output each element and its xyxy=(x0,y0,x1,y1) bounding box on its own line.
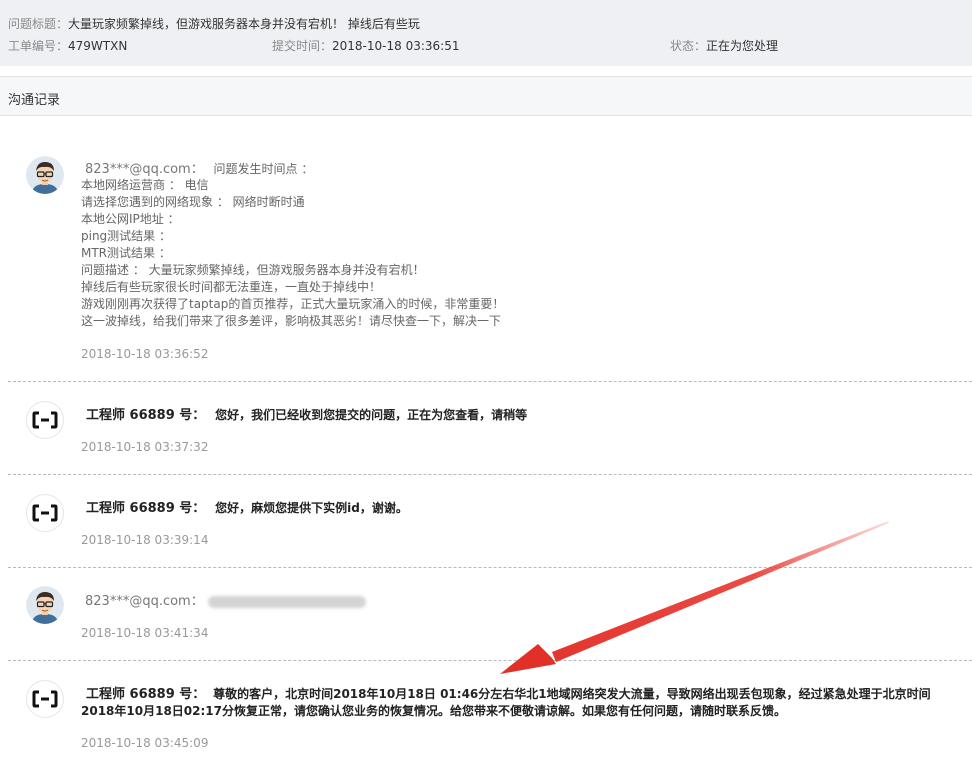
ticket-status: 状态：正在为您处理 xyxy=(670,37,778,54)
sender-name: 823***@qq.com： xyxy=(85,162,204,177)
sender-name: 工程师 66889 号： xyxy=(86,501,206,516)
message-line: 本地公网IP地址 ： xyxy=(81,212,180,226)
message-text: 2018年10月18日02:17分恢复正常，请您确认您业务的恢复情况。给您带来不… xyxy=(81,704,786,718)
section-title: 沟通记录 xyxy=(8,93,61,108)
message-header: 823***@qq.com： xyxy=(81,590,366,609)
ticket-id: 工单编号：479WTXN xyxy=(8,37,127,54)
message-line: 游戏刚刚再次获得了taptap的首页推荐，正式大量玩家涌入的时候，非常重要！ xyxy=(81,297,505,311)
communication-log-header: 沟通记录 xyxy=(0,76,972,116)
sender-name: 823***@qq.com： xyxy=(85,594,204,609)
message-divider xyxy=(8,660,972,661)
message-text: 您好，麻烦您提供下实例id，谢谢。 xyxy=(215,501,408,515)
message-timestamp: 2018-10-18 03:36:52 xyxy=(81,347,209,361)
message-body: 本地网络运营商 ： 电信 请选择您遇到的网络现象 ： 网络时断时通 本地公网IP… xyxy=(81,177,504,330)
message-line: 问题描述 ： 大量玩家频繁掉线，但游戏服务器本身并没有宕机！ xyxy=(81,263,425,277)
message-header: 工程师 66889 号： 您好，麻烦您提供下实例id，谢谢。 xyxy=(86,497,408,516)
message-timestamp: 2018-10-18 03:39:14 xyxy=(81,533,209,547)
message-header: 823***@qq.com： 问题发生时间点 ： xyxy=(81,158,313,178)
ticket-submit-time: 提交时间：2018-10-18 03:36:51 xyxy=(272,37,459,54)
message-text: 您好，我们已经收到您提交的问题，正在为您查看，请稍等 xyxy=(215,408,528,422)
sender-name: 工程师 66889 号： xyxy=(86,408,206,423)
engineer-logo-icon xyxy=(26,494,64,532)
user-avatar-icon xyxy=(26,156,64,194)
message-line: 本地网络运营商 ： 电信 xyxy=(81,178,209,192)
message-body: 2018年10月18日02:17分恢复正常，请您确认您业务的恢复情况。给您带来不… xyxy=(81,702,786,719)
message-divider xyxy=(8,567,972,568)
ticket-title-value: 大量玩家频繁掉线，但游戏服务器本身并没有宕机！ 掉线后有些玩 xyxy=(68,17,420,31)
ticket-status-label: 状态： xyxy=(670,39,707,53)
message-line: 问题发生时间点 ： xyxy=(213,162,314,176)
ticket-header: 问题标题：大量玩家频繁掉线，但游戏服务器本身并没有宕机！ 掉线后有些玩 工单编号… xyxy=(0,0,972,66)
redacted-text xyxy=(207,595,366,608)
message-timestamp: 2018-10-18 03:41:34 xyxy=(81,626,209,640)
message-header: 工程师 66889 号： 您好，我们已经收到您提交的问题，正在为您查看，请稍等 xyxy=(86,404,527,423)
message-timestamp: 2018-10-18 03:45:09 xyxy=(81,736,209,750)
ticket-title: 问题标题：大量玩家频繁掉线，但游戏服务器本身并没有宕机！ 掉线后有些玩 xyxy=(8,15,420,32)
message-line: MTR测试结果 ： xyxy=(81,246,171,260)
engineer-logo-icon xyxy=(26,401,64,439)
ticket-id-label: 工单编号： xyxy=(8,39,69,53)
sender-name: 工程师 66889 号： xyxy=(86,687,206,702)
ticket-title-label: 问题标题： xyxy=(8,17,69,31)
message-timestamp: 2018-10-18 03:37:32 xyxy=(81,440,209,454)
ticket-status-value: 正在为您处理 xyxy=(706,39,779,53)
message-line: 这一波掉线，给我们带来了很多差评，影响极其恶劣！请尽快查一下，解决一下 xyxy=(81,314,502,328)
engineer-logo-icon xyxy=(26,680,64,718)
message-line: 掉线后有些玩家很长时间都无法重连，一直处于掉线中！ xyxy=(81,280,382,294)
message-divider xyxy=(8,474,972,475)
message-divider xyxy=(8,381,972,382)
ticket-submit-value: 2018-10-18 03:36:51 xyxy=(332,39,460,53)
ticket-submit-label: 提交时间： xyxy=(272,39,333,53)
message-line: ping测试结果 ： xyxy=(81,229,171,243)
message-line: 请选择您遇到的网络现象 ： 网络时断时通 xyxy=(81,195,305,209)
message-header: 工程师 66889 号： 尊敬的客户，北京时间2018年10月18日 01:46… xyxy=(86,683,931,702)
user-avatar-icon xyxy=(26,586,64,624)
message-text: 尊敬的客户，北京时间2018年10月18日 01:46分左右华北1地域网络突发大… xyxy=(213,687,931,701)
ticket-id-value: 479WTXN xyxy=(68,39,128,53)
